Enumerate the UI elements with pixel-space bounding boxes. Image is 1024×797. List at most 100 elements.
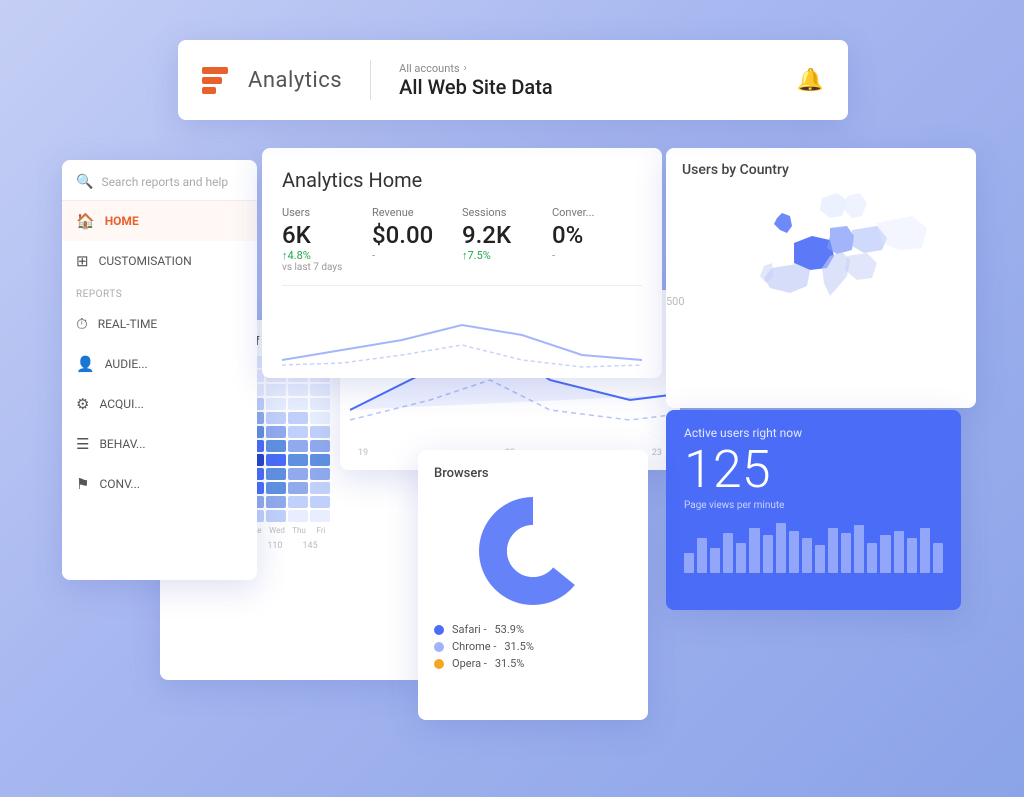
header-meta: All accounts › All Web Site Data <box>399 62 553 99</box>
sidebar-search[interactable]: 🔍 Search reports and help <box>62 160 257 201</box>
sidebar-item-home[interactable]: 🏠 HOME <box>62 201 257 241</box>
mini-bar <box>920 528 930 573</box>
heatmap-cell <box>288 440 308 452</box>
mini-bar <box>684 553 694 573</box>
heatmap-cell <box>288 384 308 396</box>
mini-bar <box>815 545 825 573</box>
heatmap-cell <box>288 468 308 480</box>
metric-conversions-change: - <box>552 249 630 262</box>
sidebar-card: 🔍 Search reports and help 🏠 HOME ⊞ CUSTO… <box>62 160 257 580</box>
heatmap-cell <box>310 426 330 438</box>
x-label-19: 19 <box>358 448 368 458</box>
safari-dot <box>434 625 444 635</box>
mini-bar <box>907 538 917 573</box>
audience-icon: 👤 <box>76 355 95 373</box>
x-label-23: 23 <box>652 448 662 458</box>
chrome-percent: 31.5% <box>504 640 534 653</box>
logo-bar-2 <box>202 77 222 84</box>
metric-sessions: Sessions 9.2K ↑7.5% <box>462 206 552 273</box>
heatmap-cell <box>288 426 308 438</box>
safari-percent: 53.9% <box>495 623 525 636</box>
sidebar-audience-label: AUDIE... <box>105 357 148 371</box>
analytics-home-card: Analytics Home Users 6K ↑4.8% vs last 7 … <box>262 148 662 378</box>
legend-safari: Safari - 53.9% <box>434 623 632 636</box>
heatmap-cell <box>310 440 330 452</box>
heatmap-day-label: Thu <box>289 526 309 535</box>
mini-bar <box>776 523 786 573</box>
sidebar-item-behavior[interactable]: ☰ BEHAV... <box>62 424 257 464</box>
heatmap-cell <box>288 482 308 494</box>
heatmap-cell <box>288 510 308 522</box>
search-placeholder-text: Search reports and help <box>101 175 228 189</box>
sidebar-item-conversions[interactable]: ⚑ CONV... <box>62 464 257 504</box>
mini-bar <box>894 531 904 573</box>
metric-users-sub: vs last 7 days <box>282 262 360 273</box>
acquisition-icon: ⚙ <box>76 395 89 413</box>
heatmap-cell <box>266 454 286 466</box>
analytics-brand-label: Analytics <box>248 68 342 93</box>
europe-map-svg <box>682 188 962 378</box>
site-title: All Web Site Data <box>399 75 553 99</box>
metric-conversions-value: 0% <box>552 221 630 249</box>
mini-bar <box>867 543 877 573</box>
safari-label: Safari - <box>452 623 487 636</box>
mini-bar <box>789 531 799 573</box>
browser-legend: Safari - 53.9% Chrome - 31.5% Opera - 31… <box>434 623 632 670</box>
heatmap-cell <box>288 398 308 410</box>
donut-chart-svg <box>473 491 593 611</box>
metric-revenue-change: - <box>372 249 450 262</box>
country-card: Users by Country <box>666 148 976 408</box>
heatmap-cell <box>310 412 330 424</box>
opera-label: Opera - <box>452 657 487 670</box>
all-accounts-label: All accounts › <box>399 62 553 75</box>
heatmap-x-value: 145 <box>303 541 318 551</box>
metric-sessions-value: 9.2K <box>462 221 540 249</box>
heatmap-cell <box>266 384 286 396</box>
opera-percent: 31.5% <box>495 657 525 670</box>
metric-revenue-value: $0.00 <box>372 221 450 249</box>
active-users-sublabel: Page views per minute <box>684 500 943 511</box>
chrome-label: Chrome - <box>452 640 496 653</box>
analytics-home-title: Analytics Home <box>282 168 642 192</box>
heatmap-cell <box>266 482 286 494</box>
heatmap-cell <box>288 496 308 508</box>
mini-bar <box>933 543 943 573</box>
metric-users: Users 6K ↑4.8% vs last 7 days <box>282 206 372 273</box>
metric-revenue: Revenue $0.00 - <box>372 206 462 273</box>
header-card: Analytics All accounts › All Web Site Da… <box>178 40 848 120</box>
sidebar-reports-nav: ⏱ REAL-TIME 👤 AUDIE... ⚙ ACQUI... ☰ BEHA… <box>62 304 257 504</box>
metrics-row: Users 6K ↑4.8% vs last 7 days Revenue $0… <box>282 206 642 286</box>
bell-icon[interactable]: 🔔 <box>797 68 824 93</box>
logo-bar-3 <box>202 87 216 94</box>
mini-bar <box>723 533 733 573</box>
heatmap-cell <box>288 454 308 466</box>
sidebar-item-customisation[interactable]: ⊞ CUSTOMISATION <box>62 241 257 281</box>
heatmap-cell <box>310 482 330 494</box>
sidebar-realtime-label: REAL-TIME <box>98 317 158 331</box>
analytics-logo <box>202 67 228 94</box>
mini-bar <box>880 535 890 573</box>
heatmap-cell <box>288 412 308 424</box>
sidebar-item-acquisition[interactable]: ⚙ ACQUI... <box>62 384 257 424</box>
metric-users-change: ↑4.8% <box>282 249 360 262</box>
metric-conversions: Conver... 0% - <box>552 206 642 273</box>
sidebar-conversions-label: CONV... <box>99 477 139 491</box>
heatmap-cell <box>310 510 330 522</box>
mini-bar <box>802 538 812 573</box>
search-icon: 🔍 <box>76 174 93 190</box>
heatmap-cell <box>266 468 286 480</box>
mini-bar <box>841 533 851 573</box>
heatmap-cell <box>310 454 330 466</box>
mini-bar-chart <box>684 523 943 573</box>
sidebar-item-realtime[interactable]: ⏱ REAL-TIME <box>62 304 257 344</box>
legend-chrome: Chrome - 31.5% <box>434 640 632 653</box>
mini-line-chart <box>282 300 642 380</box>
logo-bar-1 <box>202 67 228 74</box>
heatmap-day-label: Wed <box>267 526 287 535</box>
sidebar-item-audience[interactable]: 👤 AUDIE... <box>62 344 257 384</box>
browsers-card: Browsers Safari - 53.9% Chrome - 31.5% O <box>418 450 648 720</box>
country-title: Users by Country <box>682 162 960 178</box>
mini-bar <box>749 528 759 573</box>
heatmap-cell <box>266 412 286 424</box>
metric-users-label: Users <box>282 206 360 219</box>
